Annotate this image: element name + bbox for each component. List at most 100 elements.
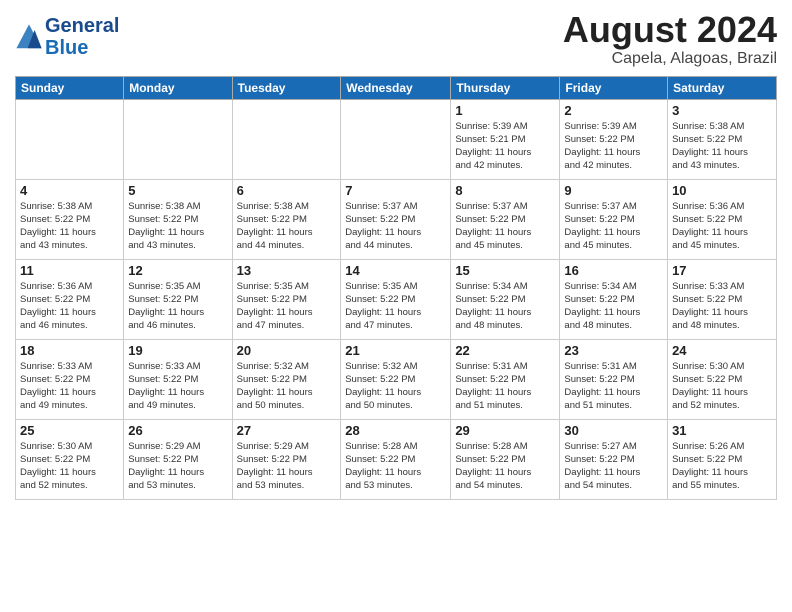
calendar-cell: 5 Sunrise: 5:38 AM Sunset: 5:22 PM Daylig… [124,179,232,259]
col-saturday: Saturday [668,76,777,99]
day-info: Sunrise: 5:38 AM Sunset: 5:22 PM Dayligh… [237,200,337,253]
day-number: 22 [455,343,555,358]
week-row-1: 1Sunrise: 5:39 AM Sunset: 5:21 PM Daylig… [16,99,777,179]
calendar-cell: 9Sunrise: 5:37 AM Sunset: 5:22 PM Daylig… [560,179,668,259]
calendar-cell: 10 Sunrise: 5:36 AM Sunset: 5:22 PM Dayli… [668,179,777,259]
day-number: 15 [455,263,555,278]
day-number: 25 [20,423,119,438]
week-row-5: 25 Sunrise: 5:30 AM Sunset: 5:22 PM Dayli… [16,419,777,499]
title-area: August 2024 Capela, Alagoas, Brazil [563,10,777,68]
day-info: Sunrise: 5:39 AM Sunset: 5:22 PM Dayligh… [564,120,663,173]
day-info: Sunrise: 5:35 AM Sunset: 5:22 PM Dayligh… [128,280,227,333]
calendar-cell: 25 Sunrise: 5:30 AM Sunset: 5:22 PM Dayli… [16,419,124,499]
month-title: August 2024 [563,10,777,50]
day-info: Sunrise: 5:32 AM Sunset: 5:22 PM Dayligh… [237,360,337,413]
day-number: 2 [564,103,663,118]
calendar-cell: 16 Sunrise: 5:34 AM Sunset: 5:22 PM Dayli… [560,259,668,339]
col-thursday: Thursday [451,76,560,99]
day-number: 17 [672,263,772,278]
day-info: Sunrise: 5:26 AM Sunset: 5:22 PM Dayligh… [672,440,772,493]
logo-icon [15,23,43,51]
header: General Blue August 2024 Capela, Alagoas… [15,10,777,68]
day-number: 11 [20,263,119,278]
day-info: Sunrise: 5:38 AM Sunset: 5:22 PM Dayligh… [128,200,227,253]
calendar-cell [124,99,232,179]
day-info: Sunrise: 5:31 AM Sunset: 5:22 PM Dayligh… [564,360,663,413]
day-info: Sunrise: 5:33 AM Sunset: 5:22 PM Dayligh… [20,360,119,413]
day-info: Sunrise: 5:36 AM Sunset: 5:22 PM Dayligh… [20,280,119,333]
calendar-cell: 24 Sunrise: 5:30 AM Sunset: 5:22 PM Dayli… [668,339,777,419]
calendar-cell [341,99,451,179]
calendar-cell [232,99,341,179]
calendar-cell: 11 Sunrise: 5:36 AM Sunset: 5:22 PM Dayli… [16,259,124,339]
day-number: 12 [128,263,227,278]
calendar-cell: 18 Sunrise: 5:33 AM Sunset: 5:22 PM Dayli… [16,339,124,419]
week-row-4: 18 Sunrise: 5:33 AM Sunset: 5:22 PM Dayli… [16,339,777,419]
day-info: Sunrise: 5:29 AM Sunset: 5:22 PM Dayligh… [237,440,337,493]
calendar-cell: 8 Sunrise: 5:37 AM Sunset: 5:22 PM Daylig… [451,179,560,259]
calendar-cell: 15 Sunrise: 5:34 AM Sunset: 5:22 PM Dayli… [451,259,560,339]
week-row-2: 4Sunrise: 5:38 AM Sunset: 5:22 PM Daylig… [16,179,777,259]
calendar-cell: 21Sunrise: 5:32 AM Sunset: 5:22 PM Dayli… [341,339,451,419]
calendar-cell [16,99,124,179]
day-number: 14 [345,263,446,278]
day-info: Sunrise: 5:28 AM Sunset: 5:22 PM Dayligh… [345,440,446,493]
day-number: 24 [672,343,772,358]
day-number: 29 [455,423,555,438]
day-number: 27 [237,423,337,438]
col-friday: Friday [560,76,668,99]
calendar-table: Sunday Monday Tuesday Wednesday Thursday… [15,76,777,500]
day-info: Sunrise: 5:35 AM Sunset: 5:22 PM Dayligh… [345,280,446,333]
day-number: 16 [564,263,663,278]
calendar-cell: 14 Sunrise: 5:35 AM Sunset: 5:22 PM Dayli… [341,259,451,339]
calendar-cell: 12 Sunrise: 5:35 AM Sunset: 5:22 PM Dayli… [124,259,232,339]
calendar-cell: 4Sunrise: 5:38 AM Sunset: 5:22 PM Daylig… [16,179,124,259]
day-info: Sunrise: 5:31 AM Sunset: 5:22 PM Dayligh… [455,360,555,413]
day-info: Sunrise: 5:33 AM Sunset: 5:22 PM Dayligh… [128,360,227,413]
day-number: 19 [128,343,227,358]
logo: General Blue [15,15,119,59]
day-info: Sunrise: 5:33 AM Sunset: 5:22 PM Dayligh… [672,280,772,333]
calendar-cell: 19 Sunrise: 5:33 AM Sunset: 5:22 PM Dayli… [124,339,232,419]
col-sunday: Sunday [16,76,124,99]
calendar-cell: 2 Sunrise: 5:39 AM Sunset: 5:22 PM Daylig… [560,99,668,179]
day-info: Sunrise: 5:37 AM Sunset: 5:22 PM Dayligh… [564,200,663,253]
page: General Blue August 2024 Capela, Alagoas… [0,0,792,510]
calendar-cell: 1Sunrise: 5:39 AM Sunset: 5:21 PM Daylig… [451,99,560,179]
calendar-cell: 29Sunrise: 5:28 AM Sunset: 5:22 PM Dayli… [451,419,560,499]
day-info: Sunrise: 5:29 AM Sunset: 5:22 PM Dayligh… [128,440,227,493]
calendar-cell: 28Sunrise: 5:28 AM Sunset: 5:22 PM Dayli… [341,419,451,499]
calendar-cell: 7Sunrise: 5:37 AM Sunset: 5:22 PM Daylig… [341,179,451,259]
day-number: 20 [237,343,337,358]
day-info: Sunrise: 5:37 AM Sunset: 5:22 PM Dayligh… [345,200,446,253]
calendar-cell: 22 Sunrise: 5:31 AM Sunset: 5:22 PM Dayli… [451,339,560,419]
day-info: Sunrise: 5:37 AM Sunset: 5:22 PM Dayligh… [455,200,555,253]
day-number: 5 [128,183,227,198]
calendar-cell: 17 Sunrise: 5:33 AM Sunset: 5:22 PM Dayli… [668,259,777,339]
calendar-cell: 13Sunrise: 5:35 AM Sunset: 5:22 PM Dayli… [232,259,341,339]
day-number: 10 [672,183,772,198]
day-number: 31 [672,423,772,438]
day-number: 13 [237,263,337,278]
header-row: Sunday Monday Tuesday Wednesday Thursday… [16,76,777,99]
calendar-cell: 23 Sunrise: 5:31 AM Sunset: 5:22 PM Dayli… [560,339,668,419]
col-tuesday: Tuesday [232,76,341,99]
col-wednesday: Wednesday [341,76,451,99]
day-info: Sunrise: 5:38 AM Sunset: 5:22 PM Dayligh… [20,200,119,253]
calendar-cell: 30Sunrise: 5:27 AM Sunset: 5:22 PM Dayli… [560,419,668,499]
day-number: 8 [455,183,555,198]
day-info: Sunrise: 5:30 AM Sunset: 5:22 PM Dayligh… [672,360,772,413]
day-number: 3 [672,103,772,118]
day-number: 18 [20,343,119,358]
logo-text: General Blue [45,15,119,59]
day-info: Sunrise: 5:36 AM Sunset: 5:22 PM Dayligh… [672,200,772,253]
day-number: 23 [564,343,663,358]
location-subtitle: Capela, Alagoas, Brazil [563,50,777,68]
calendar-cell: 26Sunrise: 5:29 AM Sunset: 5:22 PM Dayli… [124,419,232,499]
day-info: Sunrise: 5:39 AM Sunset: 5:21 PM Dayligh… [455,120,555,173]
day-info: Sunrise: 5:34 AM Sunset: 5:22 PM Dayligh… [455,280,555,333]
day-info: Sunrise: 5:30 AM Sunset: 5:22 PM Dayligh… [20,440,119,493]
day-info: Sunrise: 5:34 AM Sunset: 5:22 PM Dayligh… [564,280,663,333]
day-number: 6 [237,183,337,198]
day-number: 21 [345,343,446,358]
